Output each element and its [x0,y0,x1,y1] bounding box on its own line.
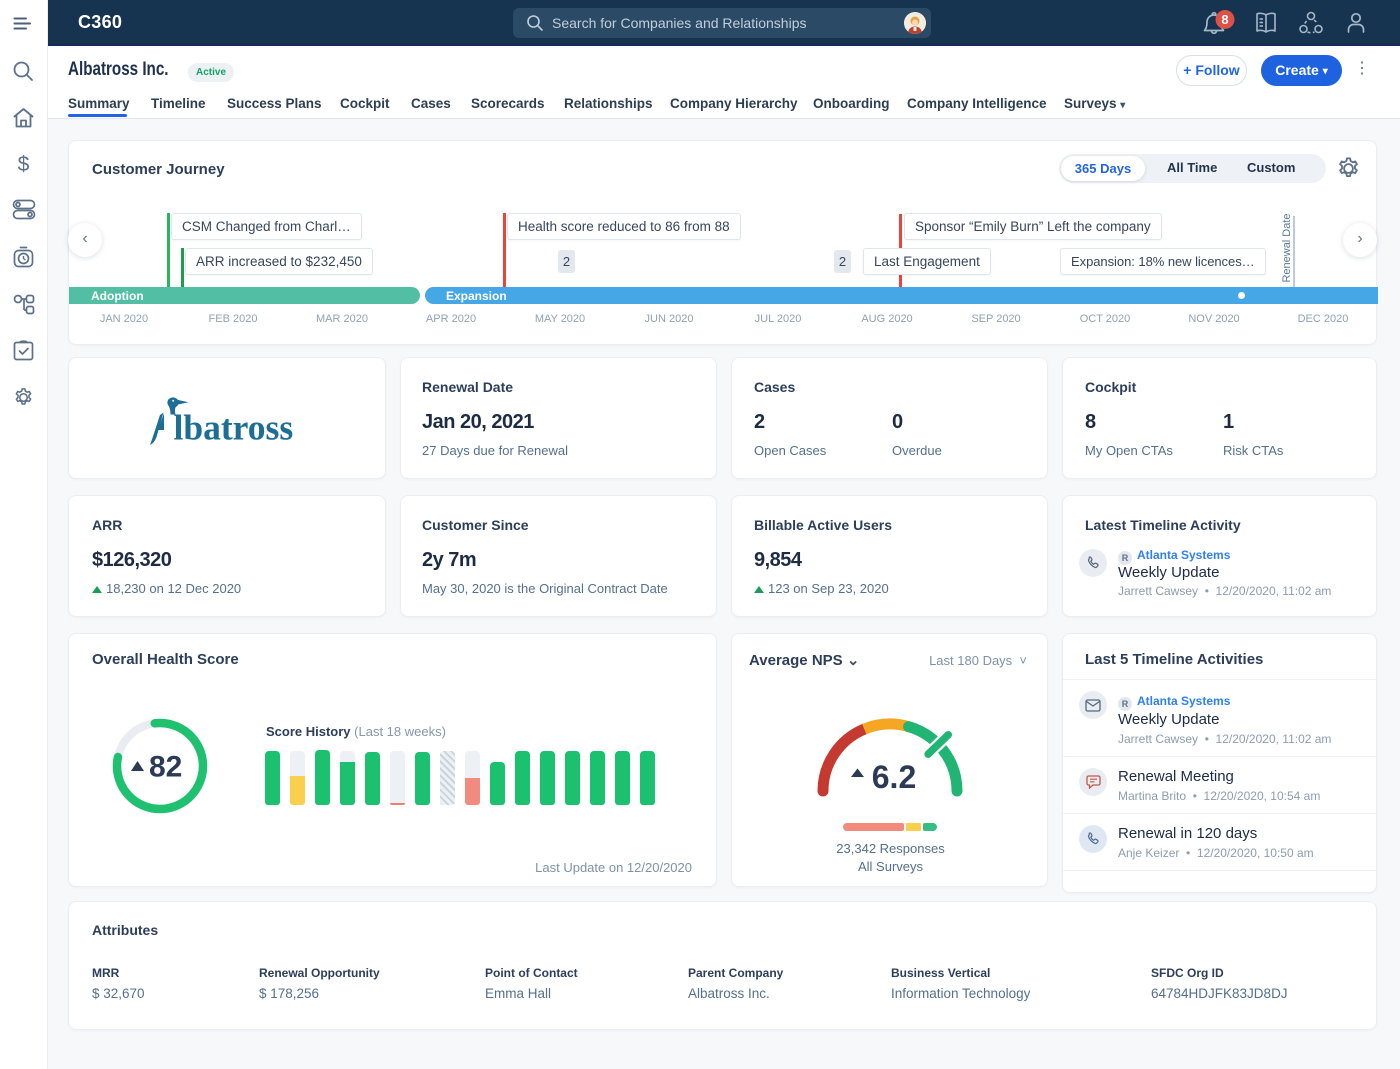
svg-text:$: $ [18,153,30,176]
svg-text:6.2: 6.2 [872,759,916,795]
svg-text:82: 82 [149,751,182,784]
svg-text:lbatross: lbatross [174,408,294,448]
svg-text:8: 8 [1221,12,1228,27]
